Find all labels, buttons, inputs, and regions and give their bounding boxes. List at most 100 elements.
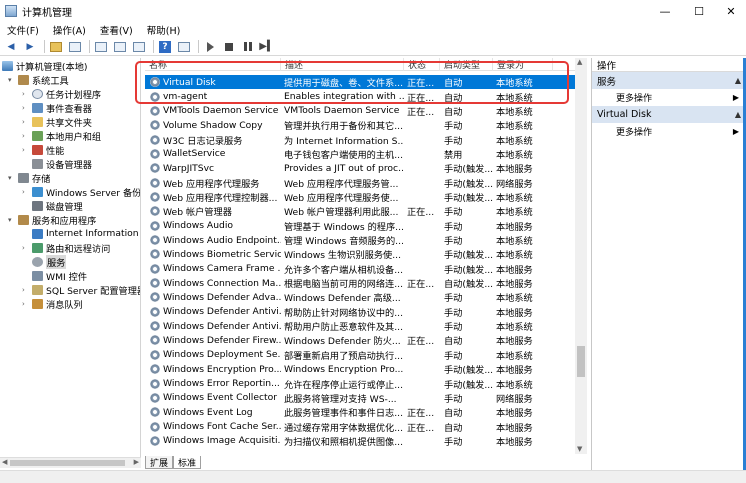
expander-icon[interactable]: ›	[22, 244, 30, 252]
tree-item-iis[interactable]: Internet Information S	[22, 227, 140, 240]
up-folder-icon[interactable]	[48, 40, 64, 54]
tree-horizontal-scrollbar[interactable]: ◀ ▶	[0, 457, 141, 468]
scrollbar-thumb[interactable]	[10, 460, 125, 466]
start-service-icon[interactable]	[202, 40, 218, 54]
scrollbar-thumb[interactable]	[577, 346, 585, 377]
service-name-cell: Windows Image Acquisiti...	[145, 435, 281, 446]
actions-section-services[interactable]: 服务 ▲	[592, 72, 746, 89]
table-row[interactable]: Windows Camera Frame ... 允许多个客户端从相机设备... 手…	[145, 262, 575, 276]
expander-icon[interactable]: ›	[22, 188, 30, 196]
show-hide-tree-icon[interactable]	[67, 40, 83, 54]
tree-item-services[interactable]: 服务	[22, 254, 67, 269]
table-row[interactable]: Windows Defender Antivi... 帮助防止针对网络协议中的..…	[145, 305, 575, 319]
table-row[interactable]: Windows Encryption Pro... Windows Encrypt…	[145, 362, 575, 376]
minimize-button[interactable]: —	[648, 0, 682, 22]
expander-icon[interactable]: ›	[22, 286, 30, 294]
tree-item-services-and-applications[interactable]: ▾ 服务和应用程序	[8, 213, 96, 227]
service-gear-icon	[150, 278, 160, 289]
scroll-right-icon[interactable]: ▶	[134, 458, 139, 466]
service-name-text: Windows Defender Adva...	[163, 291, 281, 303]
table-row[interactable]: Web 应用程序代理服务 Web 应用程序代理服务管... 手动(触发... 网络服务	[145, 175, 575, 190]
tree-item-routing[interactable]: › 路由和远程访问	[22, 241, 110, 255]
tab-extended[interactable]: 扩展	[145, 456, 174, 469]
service-description-cell: Provides a JIT out of proc...	[284, 162, 404, 174]
maximize-button[interactable]: ☐	[682, 0, 716, 22]
tree-item-local-users[interactable]: › 本地用户和组	[22, 129, 101, 143]
table-row[interactable]: Windows Deployment Se... 部署重新启用了预启动执行... 手…	[145, 348, 575, 362]
tree-item-task-scheduler[interactable]: › 任务计划程序	[22, 87, 101, 101]
expander-icon[interactable]: ›	[22, 146, 30, 154]
more-actions-item[interactable]: 更多操作 ▶	[592, 89, 746, 106]
table-row[interactable]: Windows Error Reportin... 允许在程序停止运行或停止...…	[145, 376, 575, 391]
table-row[interactable]: Windows Defender Firew... Windows Defende…	[145, 333, 575, 347]
expander-icon[interactable]: ▾	[8, 76, 16, 84]
table-row[interactable]: VMTools Daemon Service VMTools Daemon Ser…	[145, 104, 575, 118]
table-row[interactable]: Windows Audio Endpoint... 管理 Windows 音频服务…	[145, 233, 575, 247]
computer-icon	[2, 60, 13, 71]
tree-item-wmi[interactable]: WMI 控件	[22, 269, 87, 283]
tree-item-computer-management[interactable]: 计算机管理(本地)	[2, 59, 87, 73]
forward-arrow-icon[interactable]: ▶	[22, 40, 38, 54]
table-row[interactable]: Windows Event Collector 此服务将管理对支持 WS-... 手…	[145, 391, 575, 405]
table-row[interactable]: Windows Image Acquisiti... 为扫描仪和照相机提供图像..…	[145, 434, 575, 448]
actions-section-virtual-disk[interactable]: Virtual Disk ▲	[592, 106, 746, 123]
menu-action[interactable]: 操作(A)	[46, 23, 93, 37]
pause-service-icon[interactable]	[240, 40, 256, 54]
tree-item-event-viewer[interactable]: › 事件查看器	[22, 101, 92, 115]
tree-item-shared-folders[interactable]: › 共享文件夹	[22, 115, 92, 129]
properties-icon[interactable]	[93, 40, 109, 54]
table-row[interactable]: Volume Shadow Copy 管理并执行用于备份和其它... 手动 本地系统	[145, 118, 575, 132]
table-row[interactable]: Windows Connection Ma... 根据电脑当前可用的网络连... 正…	[145, 276, 575, 290]
tab-standard[interactable]: 标准	[173, 456, 202, 469]
menu-file[interactable]: 文件(F)	[0, 23, 46, 37]
table-row[interactable]: Windows Defender Adva... Windows Defender…	[145, 290, 575, 304]
table-row[interactable]: Windows Defender Antivi... 帮助用户防止恶意软件及其..…	[145, 319, 575, 333]
table-row[interactable]: Windows Audio 管理基于 Windows 的程序... 手动 本地服务	[145, 219, 575, 233]
expander-icon[interactable]: ›	[22, 118, 30, 126]
scroll-left-icon[interactable]: ◀	[2, 458, 7, 466]
expander-icon[interactable]: ›	[22, 132, 30, 140]
menu-view[interactable]: 查看(V)	[93, 23, 140, 37]
service-name-cell: VMTools Daemon Service	[145, 105, 281, 116]
tree-item-disk-management[interactable]: 磁盘管理	[22, 199, 83, 213]
tree-item-device-manager[interactable]: 设备管理器	[22, 157, 92, 171]
expander-icon[interactable]: ›	[22, 300, 30, 308]
table-row[interactable]: Windows Event Log 此服务管理事件和事件日志... 正在... 自动 本…	[145, 405, 575, 419]
table-row[interactable]: W3C 日志记录服务 为 Internet Information S... 手动 本…	[145, 132, 575, 147]
back-arrow-icon[interactable]: ◀	[3, 40, 19, 54]
service-gear-icon	[150, 292, 160, 303]
table-row[interactable]: Windows Biometric Servic... Windows 生物识别服…	[145, 247, 575, 261]
show-action-pane-icon[interactable]	[176, 40, 192, 54]
tree-item-windows-server-backup[interactable]: › Windows Server 备份	[22, 185, 140, 199]
menu-help[interactable]: 帮助(H)	[140, 23, 188, 37]
tree-item-storage[interactable]: ▾ 存储	[8, 171, 50, 185]
table-row[interactable]: Web 帐户管理器 Web 帐户管理器利用此服... 正在... 手动 本地系统	[145, 204, 575, 218]
more-actions-item[interactable]: 更多操作 ▶	[592, 123, 746, 140]
expander-icon[interactable]: ›	[22, 90, 30, 98]
service-description-cell: Windows 生物识别服务使...	[284, 250, 402, 262]
table-row[interactable]: WarpJITSvc Provides a JIT out of proc... 手…	[145, 161, 575, 175]
export-list-icon[interactable]	[131, 40, 147, 54]
stop-service-icon[interactable]	[221, 40, 237, 54]
tree-item-system-tools[interactable]: ▾ 系统工具	[8, 73, 69, 87]
expander-icon[interactable]: ›	[22, 104, 30, 112]
table-row[interactable]: Windows Font Cache Ser... 通过缓存常用字体数据优化...…	[145, 419, 575, 434]
restart-service-icon[interactable]: ▶▍	[259, 40, 275, 54]
refresh-icon[interactable]	[112, 40, 128, 54]
list-vertical-scrollbar[interactable]: ▲ ▼	[575, 58, 587, 454]
expander-icon[interactable]: ▾	[8, 216, 16, 224]
scroll-down-icon[interactable]: ▼	[577, 445, 582, 453]
service-logon-cell: 本地系统	[496, 379, 533, 391]
tree-item-performance[interactable]: › 性能	[22, 143, 64, 157]
collapse-caret-icon[interactable]: ▲	[735, 76, 741, 85]
close-button[interactable]: ✕	[716, 0, 746, 22]
help-icon[interactable]: ?	[157, 40, 173, 54]
scroll-up-icon[interactable]: ▲	[577, 58, 582, 66]
tree-item-message-queuing[interactable]: › 消息队列	[22, 297, 83, 311]
table-row[interactable]: WalletService 电子钱包客户端使用的主机... 禁用 本地系统	[145, 147, 575, 161]
collapse-caret-icon[interactable]: ▲	[735, 110, 741, 119]
tree-item-sql-server[interactable]: › SQL Server 配置管理器	[22, 283, 140, 297]
table-row[interactable]: Web 应用程序代理控制器... Web 应用程序代理服务使... 手动(触发...…	[145, 190, 575, 204]
expander-icon[interactable]: ▾	[8, 174, 16, 182]
service-gear-icon	[150, 407, 160, 418]
